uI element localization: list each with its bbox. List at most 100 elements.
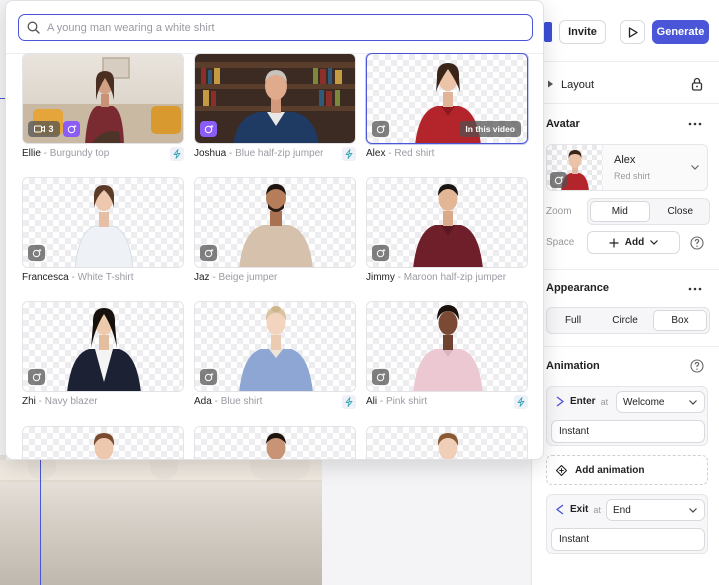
brand-color-chip[interactable] <box>544 22 552 42</box>
avatar-variant: Blue half-zip jumper <box>235 148 324 159</box>
sparkle-icon <box>554 175 564 185</box>
sparkle-icon <box>204 124 214 134</box>
avatar-thumbnail <box>366 177 528 268</box>
appearance-section: Appearance Full Circle Box <box>532 270 719 347</box>
avatar-name: Francesca <box>22 272 69 283</box>
avatar-thumbnail <box>22 177 184 268</box>
invite-button[interactable]: Invite <box>559 20 606 44</box>
sparkle-icon <box>67 124 77 134</box>
ai-avatar-badge <box>200 369 217 385</box>
exit-timing-select[interactable]: End <box>606 499 705 521</box>
selected-avatar-thumbnail <box>547 145 603 190</box>
sparkle-icon <box>32 248 42 258</box>
ai-avatar-badge <box>63 121 80 137</box>
help-icon <box>690 236 704 250</box>
sparkle-icon <box>376 372 386 382</box>
avatar-name: Alex <box>366 148 386 159</box>
avatar-card-partial[interactable] <box>22 426 184 459</box>
avatar-figure <box>266 433 286 459</box>
enter-timing-value: Welcome <box>623 396 665 408</box>
avatar-caption: Ada - Blue shirt <box>194 395 356 414</box>
avatar-name: Zhi <box>22 396 36 407</box>
chevron-down-icon <box>689 508 697 513</box>
add-animation-button[interactable]: Add animation <box>546 455 708 485</box>
bolt-icon <box>342 147 356 161</box>
sparkle-icon <box>204 248 214 258</box>
avatar-variant: Navy blazer <box>44 396 98 407</box>
chevron-down-icon <box>691 165 699 170</box>
exit-arrow-icon <box>556 504 564 515</box>
avatar-card-ada[interactable]: Ada - Blue shirt <box>194 301 356 414</box>
enter-style-field[interactable]: Instant <box>551 420 705 443</box>
exit-timing-value: End <box>613 504 631 516</box>
avatar-thumbnail <box>194 301 356 392</box>
canvas-scene-preview[interactable] <box>0 450 322 585</box>
add-space-button[interactable]: Add <box>587 231 680 254</box>
avatar-more-button[interactable] <box>686 116 704 132</box>
sparkle-icon <box>376 124 386 134</box>
scene-count-badge: 3 <box>28 121 60 137</box>
ai-avatar-badge <box>200 245 217 261</box>
generate-button[interactable]: Generate <box>652 20 709 44</box>
appearance-more-button[interactable] <box>686 281 704 297</box>
properties-panel: Invite Generate Layout Avatar Alex Red s… <box>531 0 719 585</box>
enter-label: Enter <box>570 396 596 407</box>
animation-help-button[interactable] <box>689 358 705 374</box>
lock-button[interactable] <box>689 76 705 92</box>
avatar-picker-dropdown: 3 Ellie - Burgundy top <box>5 0 544 460</box>
enter-timing-select[interactable]: Welcome <box>616 391 705 413</box>
play-icon <box>628 26 638 38</box>
avatar-name: Jaz <box>194 272 210 283</box>
chevron-down-icon <box>689 400 697 405</box>
zoom-option-mid[interactable]: Mid <box>590 201 650 222</box>
avatar-card-joshua[interactable]: Joshua - Blue half-zip jumper <box>194 53 356 166</box>
avatar-card-zhi[interactable]: Zhi - Navy blazer <box>22 301 184 414</box>
exit-animation-card: Exit at End Instant <box>546 494 708 554</box>
avatar-variant: Burgundy top <box>49 148 110 159</box>
avatar-caption: Francesca - White T-shirt <box>22 272 134 283</box>
avatar-thumbnail <box>366 301 528 392</box>
appearance-option-box[interactable]: Box <box>653 310 707 331</box>
avatar-card-francesca[interactable]: Francesca - White T-shirt <box>22 177 184 290</box>
avatar-name: Ali <box>366 396 378 407</box>
layout-title[interactable]: Layout <box>561 79 594 91</box>
help-icon <box>690 359 704 373</box>
selected-avatar-card[interactable]: Alex Red shirt <box>546 144 708 191</box>
appearance-option-circle[interactable]: Circle <box>599 308 651 333</box>
bolt-icon <box>514 395 528 409</box>
exit-style-field[interactable]: Instant <box>551 528 705 551</box>
avatar-card-partial[interactable] <box>194 426 356 459</box>
avatar-thumbnail <box>22 426 184 459</box>
avatar-card-alex[interactable]: In this video Alex - Red shirt <box>366 53 528 166</box>
avatar-card-jimmy[interactable]: Jimmy - Maroon half-zip jumper <box>366 177 528 290</box>
ai-avatar-badge <box>550 172 567 188</box>
avatar-caption: Ali - Pink shirt <box>366 395 528 414</box>
avatar-caption: Jimmy - Maroon half-zip jumper <box>366 272 507 283</box>
avatar-search-box[interactable] <box>18 14 533 41</box>
avatar-name: Ellie <box>22 148 41 159</box>
avatar-thumbnail <box>366 426 528 459</box>
zoom-option-close[interactable]: Close <box>652 199 710 224</box>
add-animation-label: Add animation <box>575 464 645 476</box>
space-help-button[interactable] <box>689 235 705 251</box>
appearance-option-full[interactable]: Full <box>547 308 599 333</box>
avatar-card-ellie[interactable]: 3 Ellie - Burgundy top <box>22 53 184 166</box>
more-icon <box>688 287 702 291</box>
layout-section: Layout <box>532 62 719 104</box>
preview-play-button[interactable] <box>620 20 645 44</box>
avatar-title: Avatar <box>546 118 580 130</box>
avatar-search-input[interactable] <box>47 21 517 34</box>
avatar-figure <box>437 433 459 459</box>
chevron-right-icon[interactable] <box>547 80 554 88</box>
exit-at-label: at <box>593 504 601 515</box>
lock-icon <box>691 77 703 91</box>
zoom-label: Zoom <box>546 206 572 217</box>
bolt-icon <box>342 395 356 409</box>
avatar-card-jaz[interactable]: Jaz - Beige jumper <box>194 177 356 290</box>
avatar-caption: Ellie - Burgundy top <box>22 147 184 166</box>
avatar-card-partial[interactable] <box>366 426 528 459</box>
top-toolbar: Invite Generate <box>532 0 719 62</box>
avatar-card-ali[interactable]: Ali - Pink shirt <box>366 301 528 414</box>
avatar-thumbnail <box>194 53 356 144</box>
exit-row: Exit at <box>555 504 601 515</box>
